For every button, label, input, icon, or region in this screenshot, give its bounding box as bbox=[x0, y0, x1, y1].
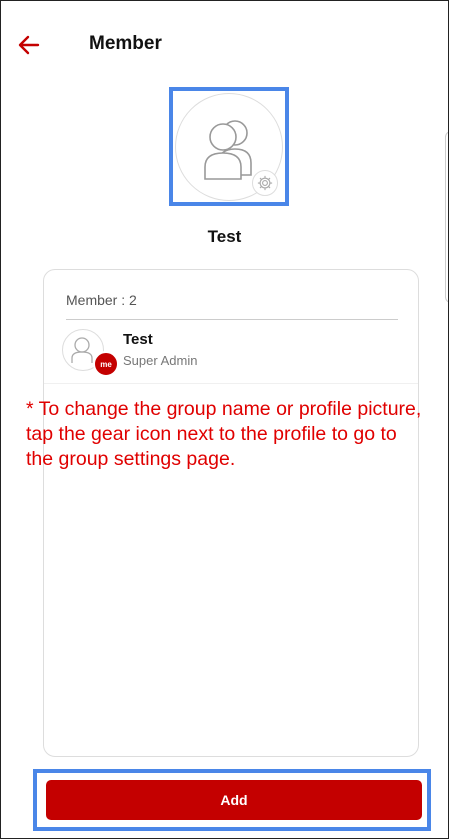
member-list-card: Member : 2 me Test Super Admin bbox=[43, 269, 419, 757]
gear-icon bbox=[257, 175, 273, 190]
group-settings-button[interactable] bbox=[252, 169, 278, 196]
member-count: Member : 2 bbox=[66, 292, 137, 308]
member-row[interactable]: me Test Super Admin bbox=[44, 325, 418, 384]
group-name: Test bbox=[207, 227, 242, 246]
add-button-highlight: Add bbox=[33, 769, 431, 831]
member-role: Super Admin bbox=[123, 353, 198, 368]
add-button[interactable]: Add bbox=[46, 780, 422, 820]
annotation-note: * To change the group name or profile pi… bbox=[26, 398, 422, 470]
app-screen: Member Test Member : 2 me Test Super Adm… bbox=[0, 0, 449, 839]
member-name: Test bbox=[123, 331, 153, 348]
me-badge: me bbox=[93, 351, 119, 377]
divider bbox=[66, 319, 398, 320]
page-title: Member bbox=[89, 33, 162, 54]
back-button[interactable] bbox=[15, 31, 43, 59]
side-panel-edge bbox=[445, 131, 448, 303]
top-bar: Member bbox=[1, 1, 448, 91]
group-avatar[interactable] bbox=[175, 92, 283, 201]
arrow-left-icon bbox=[18, 35, 40, 55]
group-avatar-highlight bbox=[169, 87, 289, 206]
